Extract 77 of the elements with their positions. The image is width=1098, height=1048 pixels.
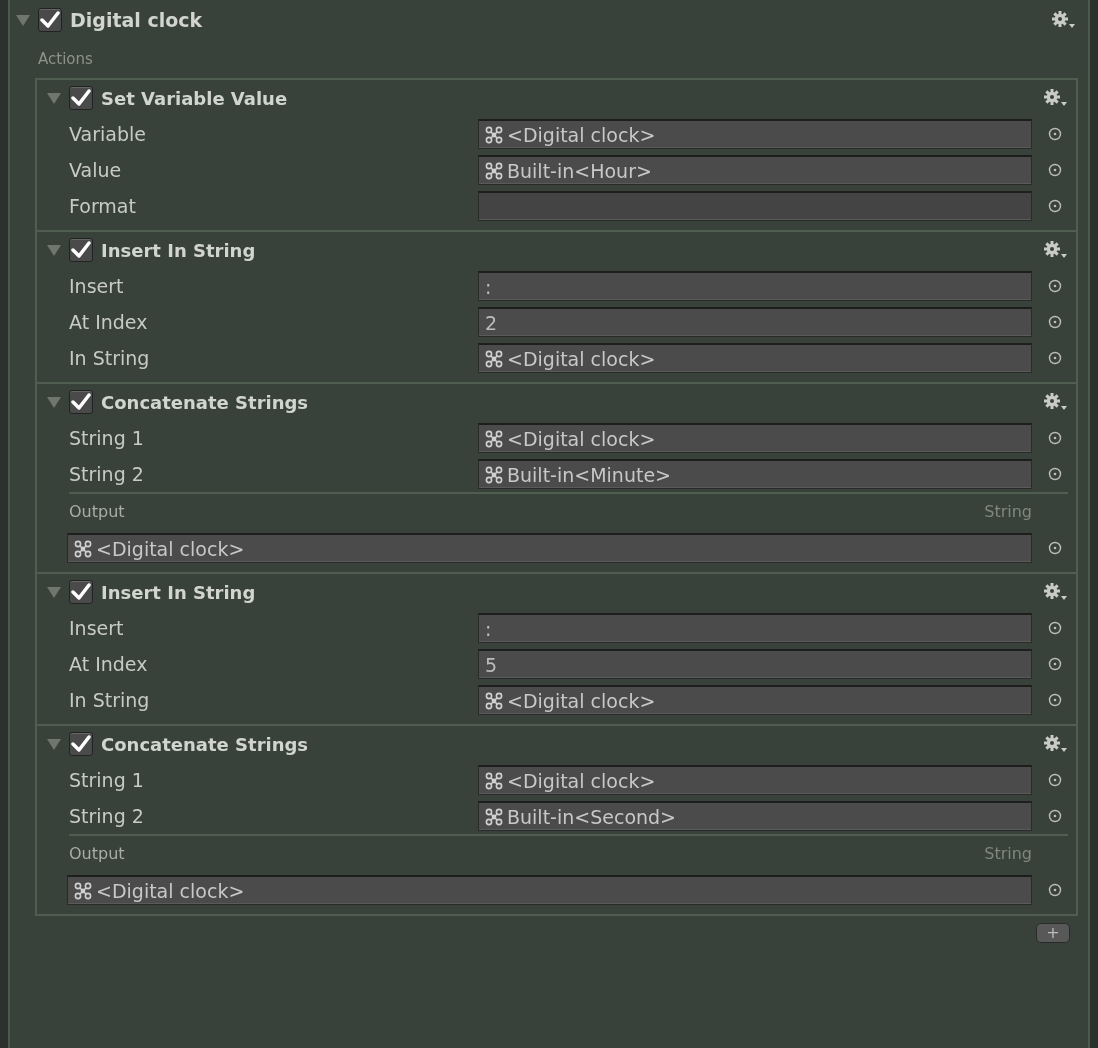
- checkbox[interactable]: [38, 8, 62, 32]
- input-field[interactable]: [478, 191, 1032, 221]
- variable-icon: [74, 881, 92, 900]
- field-label: Variable: [69, 121, 147, 147]
- field-label: In String: [69, 345, 151, 371]
- circle-dot-icon[interactable]: [1048, 431, 1062, 445]
- variable-icon: [485, 771, 503, 790]
- input-field[interactable]: :: [478, 271, 1032, 301]
- circle-dot-icon[interactable]: [1048, 883, 1062, 897]
- gear-icon[interactable]: [1044, 583, 1068, 601]
- checkbox[interactable]: [69, 580, 93, 604]
- checkbox[interactable]: [69, 732, 93, 756]
- input-field[interactable]: <Digital clock>: [478, 343, 1032, 373]
- input-field[interactable]: :: [478, 613, 1032, 643]
- output-type: String: [984, 501, 1032, 523]
- output-type: String: [984, 843, 1032, 865]
- variable-icon: [485, 465, 503, 484]
- circle-dot-icon[interactable]: [1048, 127, 1062, 141]
- variable-icon: [485, 429, 503, 448]
- variable-icon: [485, 349, 503, 368]
- variable-icon: [485, 125, 503, 144]
- input-field[interactable]: <Digital clock>: [478, 765, 1032, 795]
- action-title: Insert In String: [101, 580, 257, 605]
- circle-dot-icon[interactable]: [1048, 657, 1062, 671]
- input-field[interactable]: <Digital clock>: [478, 685, 1032, 715]
- input-field[interactable]: Built-in<Minute>: [478, 459, 1032, 489]
- field-label: At Index: [69, 651, 149, 677]
- field-label: Insert: [69, 273, 125, 299]
- variable-icon: [485, 161, 503, 180]
- gear-icon[interactable]: [1044, 393, 1068, 411]
- gear-icon[interactable]: [1052, 11, 1076, 29]
- circle-dot-icon[interactable]: [1048, 315, 1062, 329]
- circle-dot-icon[interactable]: [1048, 163, 1062, 177]
- variable-icon: [74, 539, 92, 558]
- section-label: Actions: [37, 49, 94, 70]
- action-title: Concatenate Strings: [101, 390, 310, 415]
- input-field[interactable]: Built-in<Hour>: [478, 155, 1032, 185]
- field-label: String 2: [69, 803, 145, 829]
- circle-dot-icon[interactable]: [1048, 279, 1062, 293]
- input-field[interactable]: <Digital clock>: [478, 423, 1032, 453]
- gear-icon[interactable]: [1044, 241, 1068, 259]
- circle-dot-icon[interactable]: [1048, 809, 1062, 823]
- circle-dot-icon[interactable]: [1048, 621, 1062, 635]
- field-label: Format: [69, 193, 137, 219]
- variable-icon: [485, 807, 503, 826]
- input-field[interactable]: 5: [478, 649, 1032, 679]
- action-title: Insert In String: [101, 238, 257, 263]
- field-label: String 2: [69, 461, 145, 487]
- action-title: Concatenate Strings: [101, 732, 310, 757]
- action-title: Set Variable Value: [101, 86, 289, 111]
- field-label: At Index: [69, 309, 149, 335]
- circle-dot-icon[interactable]: [1048, 541, 1062, 555]
- field-label: Insert: [69, 615, 125, 641]
- input-field[interactable]: <Digital clock>: [67, 875, 1032, 905]
- output-label: Output: [69, 843, 125, 865]
- circle-dot-icon[interactable]: [1048, 351, 1062, 365]
- input-field[interactable]: <Digital clock>: [478, 119, 1032, 149]
- circle-dot-icon[interactable]: [1048, 693, 1062, 707]
- field-label: String 1: [69, 425, 145, 451]
- input-field[interactable]: 2: [478, 307, 1032, 337]
- gear-icon[interactable]: [1044, 735, 1068, 753]
- input-field[interactable]: <Digital clock>: [67, 533, 1032, 563]
- input-field[interactable]: Built-in<Second>: [478, 801, 1032, 831]
- circle-dot-icon[interactable]: [1048, 773, 1062, 787]
- checkbox[interactable]: [69, 390, 93, 414]
- field-label: String 1: [69, 767, 145, 793]
- circle-dot-icon[interactable]: [1048, 467, 1062, 481]
- output-label: Output: [69, 501, 125, 523]
- field-label: In String: [69, 687, 151, 713]
- circle-dot-icon[interactable]: [1048, 199, 1062, 213]
- checkbox[interactable]: [69, 86, 93, 110]
- group-title: Digital clock: [70, 7, 204, 33]
- field-label: Value: [69, 157, 123, 183]
- gear-icon[interactable]: [1044, 89, 1068, 107]
- add-button[interactable]: +: [1036, 923, 1070, 943]
- checkbox[interactable]: [69, 238, 93, 262]
- variable-icon: [485, 691, 503, 710]
